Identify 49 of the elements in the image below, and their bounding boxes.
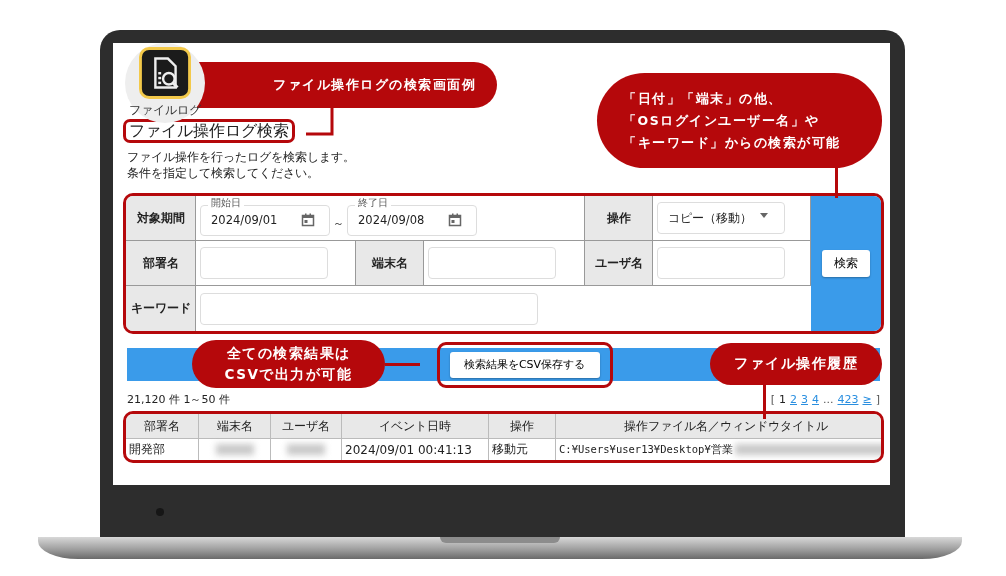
table-cell: 2024/09/01 00:41:13: [345, 442, 472, 457]
field-label: 端末名: [356, 241, 424, 286]
range-separator: ～: [333, 215, 344, 231]
app-icon-label: ファイルログ: [129, 102, 201, 119]
calendar-icon[interactable]: [448, 213, 462, 227]
callout-text: 全ての検索結果は: [226, 344, 351, 363]
callout-text: ファイル操作ログの検索画面例: [273, 76, 477, 94]
calendar-icon[interactable]: [301, 213, 315, 227]
result-count: 21,120 件 1～50 件: [127, 392, 230, 407]
page-link[interactable]: 4: [812, 393, 819, 406]
column-header: ユーザ名: [270, 414, 342, 439]
callout-text: ファイル操作履歴: [734, 355, 858, 373]
csv-save-button[interactable]: 検索結果をCSV保存する: [449, 351, 600, 378]
column-header: イベント日時: [341, 414, 489, 439]
field-label: 開始日: [208, 196, 244, 209]
bracket-text: ]: [875, 393, 880, 406]
input-field[interactable]: [200, 292, 538, 325]
input-field[interactable]: [200, 247, 328, 279]
input-field[interactable]: [657, 247, 785, 279]
callout-text: 「日付」「端末」の他、: [623, 89, 784, 108]
column-header: 操作ファイル名／ウィンドウタイトル: [555, 414, 881, 439]
field-label: 部署名: [126, 241, 196, 286]
bracket-text: [: [770, 393, 775, 406]
page-link[interactable]: 1: [779, 393, 786, 406]
field-label: ユーザ名: [585, 241, 653, 286]
blurred-text: [287, 444, 325, 455]
blurred-text: [215, 444, 254, 455]
column-header: 部署名: [126, 414, 199, 439]
column-header: 操作: [488, 414, 556, 439]
document-search-icon: [139, 47, 191, 99]
column-header: 端末名: [198, 414, 271, 439]
dropdown-caret-icon: [760, 212, 768, 218]
callout-text: 「OSログインユーザー名」や: [623, 111, 821, 130]
search-button[interactable]: 検索: [822, 250, 870, 277]
field-label: キーワード: [126, 286, 196, 331]
ellipsis-text: ...: [823, 393, 834, 406]
callout-text: CSVで出力が可能: [224, 365, 353, 384]
callout-text: 「キーワード」からの検索が可能: [623, 133, 842, 152]
page-title: ファイル操作ログ検索: [123, 119, 295, 143]
table-cell: 開発部: [129, 441, 165, 458]
operation-dropdown[interactable]: コピー（移動）: [657, 202, 785, 234]
description-text: ファイル操作を行ったログを検索します。: [127, 149, 356, 165]
table-cell: C:¥Users¥user13¥Desktop¥営業: [559, 442, 733, 457]
table-cell: 移動元: [492, 441, 528, 458]
field-label: 終了日: [355, 196, 391, 209]
description-text: 条件を指定して検索してください。: [127, 165, 320, 181]
field-label: 操作: [585, 196, 653, 241]
field-label: 対象期間: [126, 196, 196, 241]
input-field[interactable]: [428, 247, 556, 279]
